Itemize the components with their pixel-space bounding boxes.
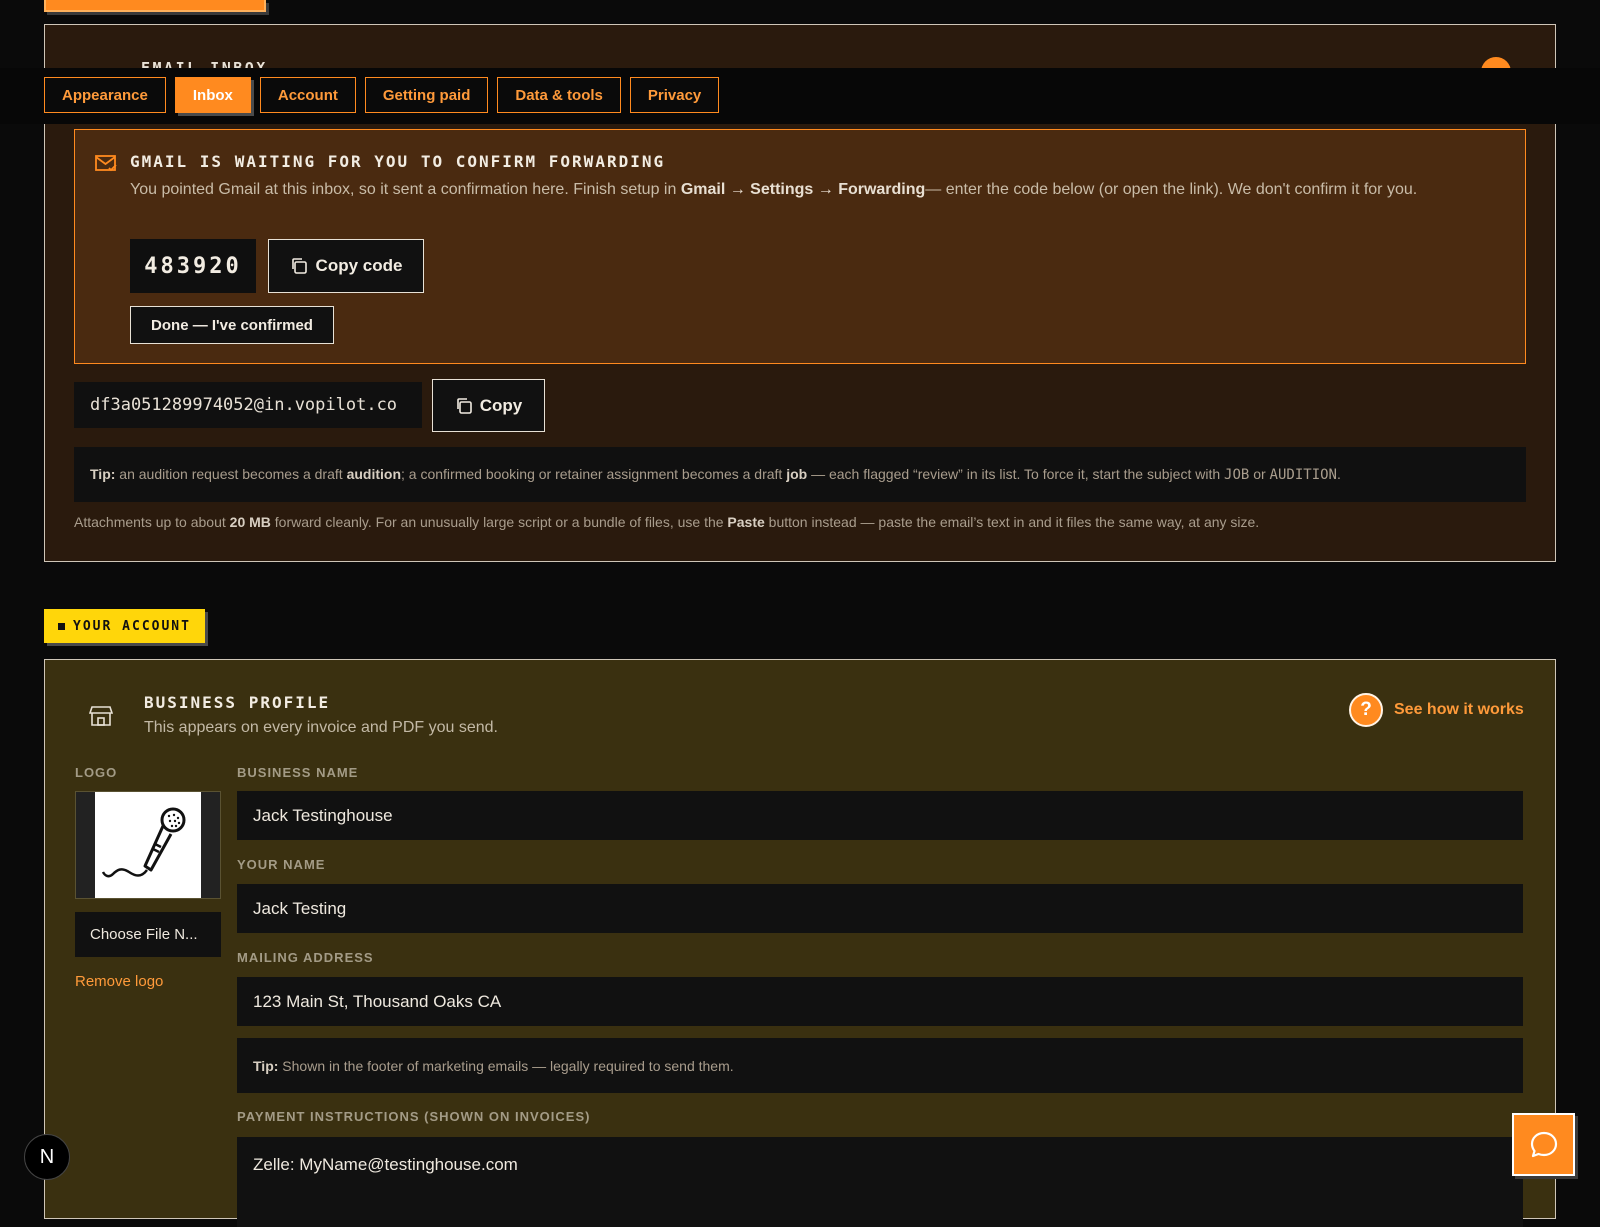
inbox-address: df3a051289974052@in.vopilot.co xyxy=(74,382,422,428)
settings-tabs: Appearance Inbox Account Getting paid Da… xyxy=(44,77,720,113)
help-question-icon[interactable]: ? xyxy=(1349,693,1383,727)
your-name-input[interactable]: Jack Testing xyxy=(237,884,1523,933)
business-profile-subtitle: This appears on every invoice and PDF yo… xyxy=(144,719,498,736)
forwarding-alert: GMAIL IS WAITING FOR YOU TO CONFIRM FORW… xyxy=(74,129,1526,364)
payment-instructions-label: PAYMENT INSTRUCTIONS (SHOWN ON INVOICES) xyxy=(237,1109,591,1124)
logo-preview xyxy=(75,791,221,899)
microphone-icon xyxy=(101,807,186,878)
tab-inbox[interactable]: Inbox xyxy=(174,77,251,113)
choose-file-button[interactable]: Choose File N... xyxy=(75,912,221,957)
business-profile-card: BUSINESS PROFILE This appears on every i… xyxy=(44,659,1556,1227)
store-icon xyxy=(89,706,113,726)
tab-appearance[interactable]: Appearance xyxy=(44,77,166,113)
logo-label: LOGO xyxy=(75,765,118,780)
settings-tabs-bar: Appearance Inbox Account Getting paid Da… xyxy=(0,68,1600,124)
square-bullet-icon xyxy=(58,622,66,630)
mailing-address-input[interactable]: 123 Main St, Thousand Oaks CA xyxy=(237,977,1523,1026)
tab-account[interactable]: Account xyxy=(259,77,356,113)
done-confirmed-button[interactable]: Done — I've confirmed xyxy=(130,306,334,344)
alert-body: You pointed Gmail at this inbox, so it s… xyxy=(130,181,1418,198)
your-account-badge: YOUR ACCOUNT xyxy=(44,609,205,643)
business-name-input[interactable]: Jack Testinghouse xyxy=(237,791,1523,840)
remove-logo-link[interactable]: Remove logo xyxy=(75,973,163,990)
see-how-it-works-link[interactable]: See how it works xyxy=(1394,701,1524,719)
confirmation-code: 483920 xyxy=(130,239,256,293)
chat-button[interactable] xyxy=(1512,1113,1575,1176)
microphone-logo-image xyxy=(95,792,201,898)
inbox-tip: Tip: an audition request becomes a draft… xyxy=(74,447,1526,502)
alert-title: GMAIL IS WAITING FOR YOU TO CONFIRM FORW… xyxy=(130,152,666,171)
tab-privacy[interactable]: Privacy xyxy=(629,77,720,113)
previous-section-button[interactable] xyxy=(44,0,266,12)
tab-getting-paid[interactable]: Getting paid xyxy=(364,77,489,113)
copy-icon xyxy=(456,397,472,414)
mailing-address-label: MAILING ADDRESS xyxy=(237,950,374,965)
copy-icon xyxy=(291,258,307,274)
mail-check-icon xyxy=(95,155,117,172)
chat-bubble-icon xyxy=(1530,1131,1557,1157)
n-logo-badge[interactable]: N xyxy=(24,1134,70,1180)
copy-code-button[interactable]: Copy code xyxy=(268,239,424,293)
business-profile-title: BUSINESS PROFILE xyxy=(144,693,331,712)
business-name-label: BUSINESS NAME xyxy=(237,765,359,780)
your-name-label: YOUR NAME xyxy=(237,857,326,872)
tab-data-tools[interactable]: Data & tools xyxy=(497,77,621,113)
mailing-address-tip: Tip: Shown in the footer of marketing em… xyxy=(237,1038,1523,1093)
copy-address-button[interactable]: Copy xyxy=(432,379,545,432)
payment-instructions-textarea[interactable]: Zelle: MyName@testinghouse.com xyxy=(237,1137,1523,1227)
forwarding-path: Gmail → Settings → Forwarding xyxy=(680,181,926,198)
attachments-note: Attachments up to about 20 MB forward cl… xyxy=(74,514,1260,530)
